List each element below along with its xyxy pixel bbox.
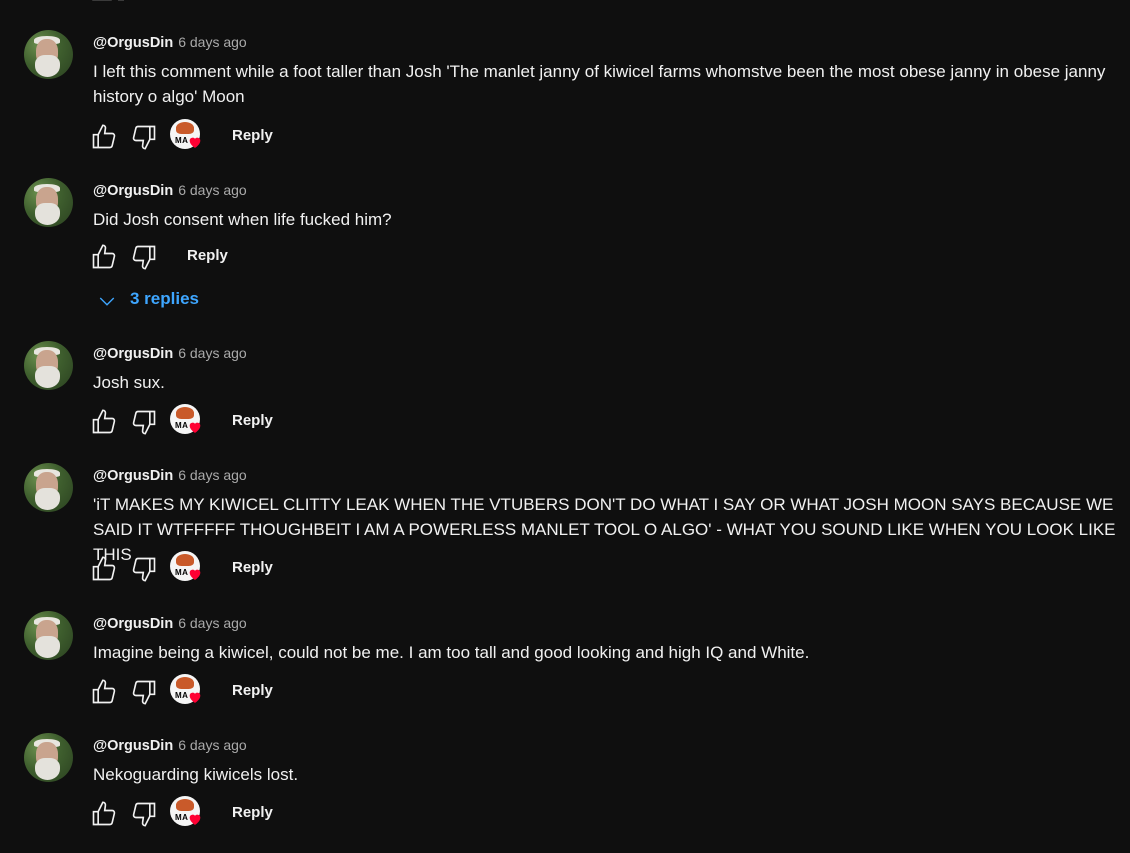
comment-text: Josh sux.: [93, 373, 165, 392]
comment-author[interactable]: @OrgusDin: [93, 738, 173, 754]
creator-heart-badge[interactable]: MA: [170, 674, 202, 706]
dislike-icon[interactable]: [130, 678, 158, 706]
comment-actions: MA Reply: [90, 551, 390, 587]
reply-button[interactable]: Reply: [232, 412, 273, 429]
avatar[interactable]: [24, 178, 73, 227]
comment-header: @OrgusDin 6 days ago: [93, 737, 247, 754]
comment-timestamp[interactable]: 6 days ago: [178, 182, 247, 198]
reply-button[interactable]: Reply: [187, 247, 228, 264]
dislike-icon[interactable]: [130, 123, 158, 151]
comment-actions: MA Reply: [90, 796, 390, 832]
heart-icon: [189, 814, 201, 825]
comment-header: @OrgusDin 6 days ago: [93, 345, 247, 362]
heart-icon: [189, 137, 201, 148]
creator-heart-badge[interactable]: MA: [170, 796, 202, 828]
comment-timestamp[interactable]: 6 days ago: [178, 467, 247, 483]
comment-author[interactable]: @OrgusDin: [93, 468, 173, 484]
comment-actions: Reply: [90, 243, 390, 275]
dislike-icon[interactable]: [130, 555, 158, 583]
comment-author[interactable]: @OrgusDin: [93, 183, 173, 199]
avatar[interactable]: [24, 733, 73, 782]
reply-button[interactable]: Reply: [232, 127, 273, 144]
comment-text: Imagine being a kiwicel, could not be me…: [93, 643, 810, 662]
like-icon[interactable]: [90, 555, 118, 583]
comment-text: I left this comment while a foot taller …: [93, 62, 1106, 106]
heart-icon: [189, 569, 201, 580]
creator-heart-badge[interactable]: MA: [170, 404, 202, 436]
previous-comment-fragment: [118, 0, 124, 1]
comment-author[interactable]: @OrgusDin: [93, 616, 173, 632]
comment-text: Did Josh consent when life fucked him?: [93, 210, 392, 229]
avatar[interactable]: [24, 463, 73, 512]
comment-author[interactable]: @OrgusDin: [93, 346, 173, 362]
comment-header: @OrgusDin 6 days ago: [93, 467, 247, 484]
like-icon[interactable]: [90, 123, 118, 151]
reply-button[interactable]: Reply: [232, 559, 273, 576]
previous-comment-fragment: [92, 0, 112, 1]
comment-timestamp[interactable]: 6 days ago: [178, 615, 247, 631]
comment-author[interactable]: @OrgusDin: [93, 35, 173, 51]
creator-heart-badge[interactable]: MA: [170, 551, 202, 583]
like-icon[interactable]: [90, 408, 118, 436]
comment-timestamp[interactable]: 6 days ago: [178, 34, 247, 50]
comment-timestamp[interactable]: 6 days ago: [178, 345, 247, 361]
reply-button[interactable]: Reply: [232, 682, 273, 699]
avatar[interactable]: [24, 341, 73, 390]
heart-icon: [189, 692, 201, 703]
like-icon[interactable]: [90, 678, 118, 706]
comment-header: @OrgusDin 6 days ago: [93, 182, 247, 199]
comment-actions: MA Reply: [90, 119, 390, 155]
avatar[interactable]: [24, 30, 73, 79]
comment-header: @OrgusDin 6 days ago: [93, 615, 247, 632]
comment-timestamp[interactable]: 6 days ago: [178, 737, 247, 753]
chevron-down-icon: [99, 297, 115, 306]
comment-header: @OrgusDin 6 days ago: [93, 34, 247, 51]
heart-icon: [189, 422, 201, 433]
avatar[interactable]: [24, 611, 73, 660]
like-icon[interactable]: [90, 243, 118, 271]
dislike-icon[interactable]: [130, 243, 158, 271]
comment-actions: MA Reply: [90, 674, 390, 710]
replies-count: 3 replies: [130, 289, 199, 308]
comment-text: Nekoguarding kiwicels lost.: [93, 765, 299, 784]
dislike-icon[interactable]: [130, 800, 158, 828]
like-icon[interactable]: [90, 800, 118, 828]
reply-button[interactable]: Reply: [232, 804, 273, 821]
creator-heart-badge[interactable]: MA: [170, 119, 202, 151]
dislike-icon[interactable]: [130, 408, 158, 436]
comment-actions: MA Reply: [90, 404, 390, 440]
